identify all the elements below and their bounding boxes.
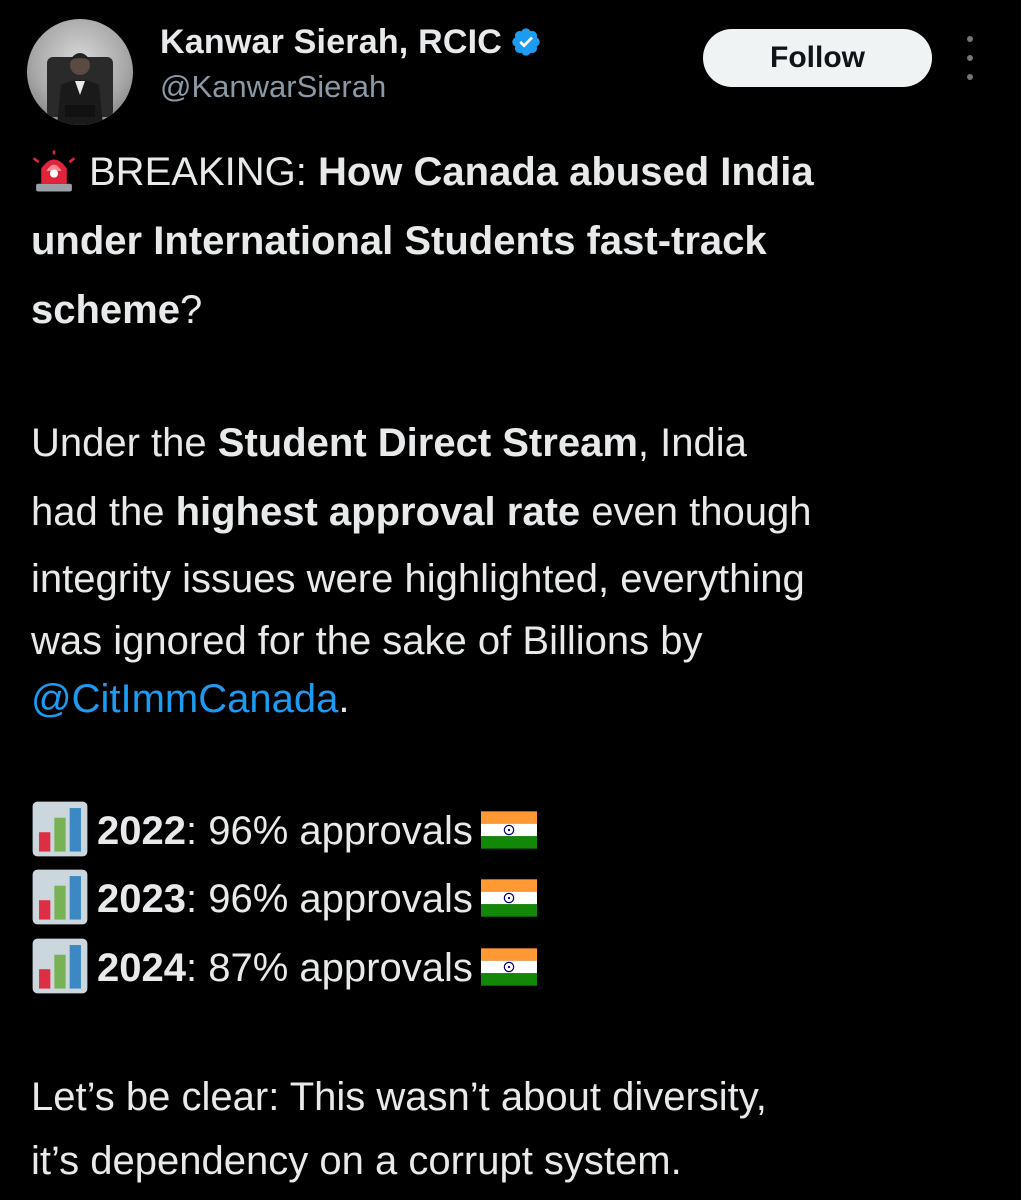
para1-line-3: integrity issues were highlighted, every… — [31, 557, 805, 601]
tweet-header: Kanwar Sierah, RCIC @KanwarSierah Follow — [0, 0, 1021, 130]
stat-text: 96% approvals — [197, 877, 473, 921]
para1-text: . — [338, 677, 350, 721]
author-name-row: Kanwar Sierah, RCIC — [160, 20, 542, 64]
bar-chart-icon — [32, 870, 88, 925]
author-display-name[interactable]: Kanwar Sierah, RCIC — [160, 23, 502, 62]
para1-text: Under the — [31, 421, 218, 465]
more-vertical-icon[interactable] — [956, 36, 984, 80]
stat-sep: : — [185, 946, 198, 990]
stat-year: 2024 — [97, 946, 186, 990]
para1-text: even though — [580, 490, 812, 534]
headline-line-3: scheme? — [31, 286, 202, 334]
stat-sep: : — [185, 809, 198, 853]
stat-row-2024: 2024: 87% approvals — [31, 939, 537, 995]
para1-line-4: was ignored for the sake of Billions by — [31, 619, 703, 663]
dot — [967, 55, 973, 61]
stat-row-2022: 2022: 96% approvals — [31, 802, 537, 858]
headline-bold-3: scheme — [31, 288, 180, 332]
dot — [967, 36, 973, 42]
dot — [967, 74, 973, 80]
stat-text: 87% approvals — [197, 946, 473, 990]
follow-button[interactable]: Follow — [703, 29, 932, 87]
india-flag-icon — [480, 879, 537, 918]
para1-line-2: had the highest approval rate even thoug… — [31, 488, 811, 536]
headline-line-1: BREAKING: How Canada abused India — [31, 148, 814, 196]
mention-link[interactable]: @CitImmCanada — [31, 677, 338, 721]
bar-chart-icon — [32, 939, 88, 994]
para1-text: , India — [637, 421, 747, 465]
headline-bold-1: How Canada abused India — [317, 150, 814, 194]
stat-sep: : — [185, 877, 198, 921]
headline-end: ? — [179, 288, 203, 332]
para1-text: had the — [31, 490, 176, 534]
closing-line-2: it’s dependency on a corrupt system. — [31, 1139, 682, 1183]
police-light-icon — [32, 150, 76, 192]
india-flag-icon — [480, 948, 537, 987]
headline-line-2: under International Students fast-track — [31, 219, 767, 263]
author-handle[interactable]: @KanwarSierah — [160, 69, 386, 105]
profile-photo-icon — [47, 53, 113, 125]
para1-bold: Student Direct Stream — [217, 421, 638, 465]
avatar[interactable] — [27, 19, 133, 125]
stat-year: 2022 — [97, 809, 186, 853]
india-flag-icon — [480, 811, 537, 850]
para1-bold: highest approval rate — [175, 490, 581, 534]
verified-badge-icon — [512, 28, 540, 56]
stat-year: 2023 — [97, 877, 186, 921]
stat-row-2023: 2023: 96% approvals — [31, 870, 537, 926]
stat-text: 96% approvals — [197, 809, 473, 853]
para1-line-1: Under the Student Direct Stream, India — [31, 419, 747, 467]
bar-chart-icon — [32, 802, 88, 857]
para1-line-5: @CitImmCanada. — [31, 675, 350, 723]
closing-line-1: Let’s be clear: This wasn’t about divers… — [31, 1075, 767, 1119]
breaking-prefix: BREAKING: — [89, 150, 318, 194]
